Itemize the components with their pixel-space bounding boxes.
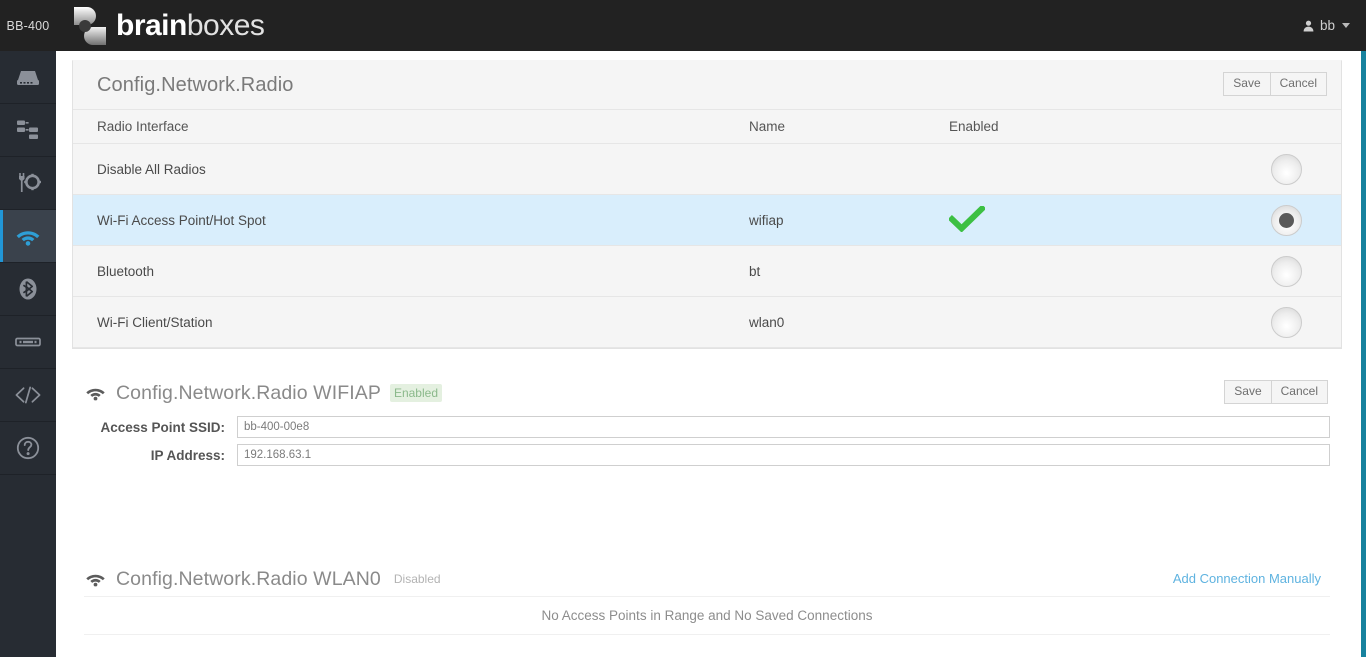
cell-name <box>731 143 931 195</box>
wifiap-section-title: Config.Network.Radio WIFIAP <box>116 381 381 404</box>
table-row[interactable]: Wi-Fi Access Point/Hot Spot wifiap <box>73 194 1341 246</box>
wifiap-section: Config.Network.Radio WIFIAP Enabled Save… <box>72 376 1342 466</box>
radio-button[interactable] <box>1270 153 1302 185</box>
radio-button[interactable] <box>1270 204 1302 236</box>
cancel-button[interactable]: Cancel <box>1270 72 1327 97</box>
wlan0-section-header: Config.Network.Radio WLAN0 Disabled Add … <box>72 562 1342 596</box>
cell-interface: Bluetooth <box>73 245 731 297</box>
help-icon <box>16 436 40 460</box>
radio-button[interactable] <box>1270 306 1302 338</box>
chevron-down-icon <box>1342 23 1350 28</box>
cell-enabled <box>931 245 1231 297</box>
wifi-icon <box>16 230 40 246</box>
radio-panel-actions: Save Cancel <box>1223 72 1327 97</box>
column-header-enabled: Enabled <box>931 109 1231 144</box>
cell-enabled <box>931 194 1231 246</box>
sidebar-item-network[interactable] <box>0 104 56 157</box>
brainboxes-logo-icon <box>74 6 106 45</box>
checkmark-icon <box>947 203 987 235</box>
wifiap-save-button[interactable]: Save <box>1224 380 1272 405</box>
radio-interface-table: Radio Interface Name Enabled Disable All… <box>73 109 1341 348</box>
wifiap-form: Access Point SSID: IP Address: <box>72 416 1342 466</box>
page-scrollbar[interactable] <box>1361 51 1366 657</box>
wifi-icon <box>86 574 105 587</box>
serial-icon <box>15 337 41 347</box>
form-row: IP Address: <box>72 444 1330 466</box>
page-title: Config.Network.Radio <box>97 73 294 96</box>
brand-light-text: boxes <box>186 8 265 42</box>
radio-panel: Config.Network.Radio Save Cancel Radio I… <box>72 60 1342 349</box>
sidebar-item-help[interactable] <box>0 422 56 475</box>
cell-select <box>1231 194 1341 246</box>
radio-table-body: Disable All Radios Wi-Fi Access Point/Hot… <box>73 143 1341 348</box>
radio-panel-header: Config.Network.Radio Save Cancel <box>73 61 1341 109</box>
wifiap-section-actions: Save Cancel <box>1224 380 1328 405</box>
column-header-name: Name <box>731 109 931 144</box>
user-name-label: bb <box>1319 18 1335 33</box>
cell-select <box>1231 245 1341 297</box>
cell-interface: Wi-Fi Access Point/Hot Spot <box>73 194 731 246</box>
table-header-row: Radio Interface Name Enabled <box>73 109 1341 144</box>
cell-name: bt <box>731 245 931 297</box>
brand-bold-text: brain <box>116 8 187 42</box>
main-content: Config.Network.Radio Save Cancel Radio I… <box>56 51 1366 657</box>
table-row[interactable]: Disable All Radios <box>73 143 1341 195</box>
top-bar: BB-400 brainboxes bb <box>0 0 1366 51</box>
ssid-field-label: Access Point SSID: <box>100 419 225 435</box>
wifiap-cancel-button[interactable]: Cancel <box>1271 380 1328 405</box>
brand-wordmark: brainboxes <box>116 8 265 42</box>
wlan0-status-badge: Disabled <box>393 572 441 586</box>
add-connection-manually-button[interactable]: Add Connection Manually <box>1165 566 1328 591</box>
user-menu[interactable]: bb <box>1303 18 1350 33</box>
table-row[interactable]: Bluetooth bt <box>73 245 1341 297</box>
device-name-label: BB-400 <box>6 18 50 33</box>
brand-logo[interactable]: brainboxes <box>68 3 265 49</box>
ssid-field[interactable] <box>237 416 1330 438</box>
table-row[interactable]: Wi-Fi Client/Station wlan0 <box>73 296 1341 348</box>
ip-address-field[interactable] <box>237 444 1330 466</box>
sidebar <box>0 51 56 657</box>
tools-icon <box>19 173 41 192</box>
wifiap-section-header: Config.Network.Radio WIFIAP Enabled Save… <box>72 376 1342 410</box>
radio-table-head: Radio Interface Name Enabled <box>73 109 1341 144</box>
device-icon <box>17 71 39 85</box>
cell-enabled <box>931 143 1231 195</box>
cell-enabled <box>931 296 1231 348</box>
wifiap-status-badge: Enabled <box>389 384 442 402</box>
cell-select <box>1231 143 1341 195</box>
sidebar-item-wifi[interactable] <box>0 210 56 263</box>
cell-name: wlan0 <box>731 296 931 348</box>
wifi-icon <box>86 388 105 401</box>
bluetooth-icon <box>19 278 37 300</box>
save-button[interactable]: Save <box>1223 72 1271 97</box>
sidebar-item-serial[interactable] <box>0 316 56 369</box>
code-icon <box>15 386 41 404</box>
sidebar-item-code[interactable] <box>0 369 56 422</box>
sidebar-item-bluetooth[interactable] <box>0 263 56 316</box>
wlan0-section-title: Config.Network.Radio WLAN0 <box>116 567 381 590</box>
radio-button[interactable] <box>1270 255 1302 287</box>
sidebar-item-tools[interactable] <box>0 157 56 210</box>
cell-interface: Disable All Radios <box>73 143 731 195</box>
cell-name: wifiap <box>731 194 931 246</box>
wlan0-section: Config.Network.Radio WLAN0 Disabled Add … <box>72 562 1342 635</box>
network-icon <box>17 120 38 139</box>
form-row: Access Point SSID: <box>72 416 1330 438</box>
user-icon <box>1303 20 1314 31</box>
scrollbar-thumb[interactable] <box>1361 51 1366 657</box>
ip-address-field-label: IP Address: <box>150 447 225 463</box>
column-header-select <box>1231 109 1341 144</box>
sidebar-item-device[interactable] <box>0 51 56 104</box>
cell-select <box>1231 296 1341 348</box>
wlan0-empty-message: No Access Points in Range and No Saved C… <box>84 596 1330 635</box>
column-header-interface: Radio Interface <box>73 109 731 144</box>
cell-interface: Wi-Fi Client/Station <box>73 296 731 348</box>
